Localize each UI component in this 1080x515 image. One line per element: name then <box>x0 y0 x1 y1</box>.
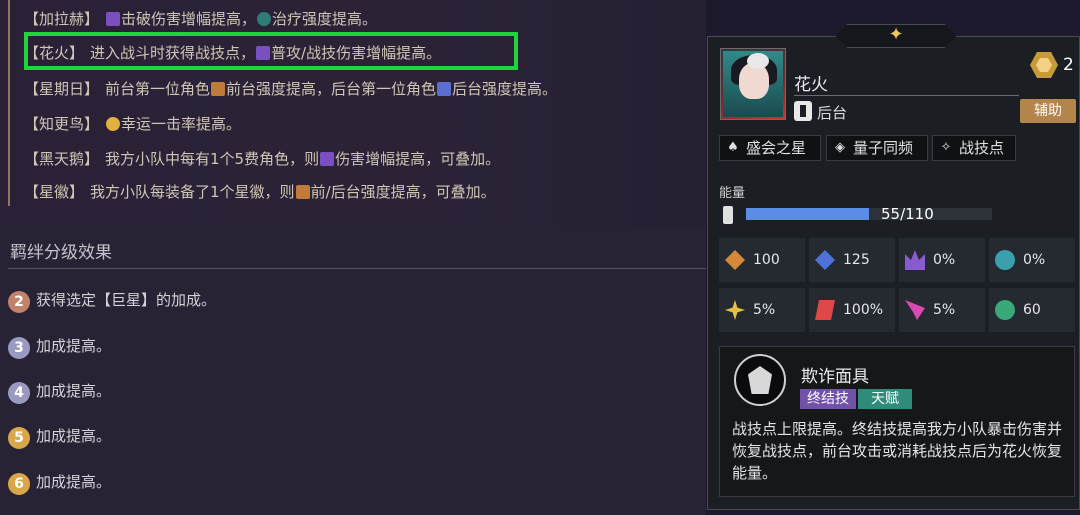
bond-row-gallagher: 【加拉赫】 击破伤害增幅提高， 治疗强度提高。 <box>24 9 377 29</box>
bond-text: 治疗强度提高。 <box>272 10 378 28</box>
stat-value: 60 <box>1023 302 1041 318</box>
stat-value: 0% <box>933 252 956 268</box>
trait-label: 量子同频 <box>853 139 914 157</box>
crit-damage-icon <box>815 300 835 320</box>
shield-icon <box>995 250 1015 270</box>
bond-text: 我方小队每装备了1个星徽，则 <box>90 183 295 201</box>
break-damage-icon <box>106 12 121 26</box>
front-strength-icon <box>725 250 745 270</box>
luck-icon <box>725 300 745 320</box>
healing-icon <box>995 300 1015 320</box>
tier-text: 加成提高。 <box>36 337 112 355</box>
festival-star-icon: ♠ <box>727 140 739 155</box>
highlight-box <box>24 32 518 70</box>
skill-name: 欺诈面具 <box>801 367 869 387</box>
energy-icon <box>723 206 733 224</box>
cost-value: 2 <box>1063 55 1074 75</box>
role-tag: 辅助 <box>1020 99 1076 123</box>
bond-text: 我方小队中每有1个5费角色，则 <box>105 150 320 168</box>
tier-text: 获得选定【巨星】的加成。 <box>36 291 217 309</box>
energy-bar-fill <box>746 208 869 220</box>
stat-cell: 100% <box>809 288 895 332</box>
trait-label: 战技点 <box>959 139 1005 157</box>
divider <box>794 95 1019 96</box>
trait-tag[interactable]: ♠ 盛会之星 <box>719 135 821 161</box>
tier-number-badge: 5 <box>8 427 30 449</box>
stat-cell: 0% <box>989 238 1075 282</box>
stat-value: 5% <box>933 302 956 318</box>
tier-item: 3 加成提高。 <box>8 335 111 359</box>
divider <box>8 268 706 269</box>
character-portrait <box>720 48 786 120</box>
bond-text: 伤害增幅提高，可叠加。 <box>335 150 501 168</box>
ultimate-tag: 终结技 <box>800 389 856 409</box>
bond-name: 【星徽】 <box>24 183 85 201</box>
bond-name: 【加拉赫】 <box>24 10 100 28</box>
tier-item: 2 获得选定【巨星】的加成。 <box>8 289 216 313</box>
position-label: 后台 <box>817 104 848 122</box>
front-strength-icon <box>211 82 226 96</box>
tier-section-title: 羁绊分级效果 <box>10 243 112 263</box>
stat-value: 100 <box>753 252 780 268</box>
luck-icon <box>106 117 121 131</box>
bond-text: 击破伤害增幅提高， <box>121 10 257 28</box>
tier-text: 加成提高。 <box>36 382 112 400</box>
bond-row-black-swan: 【黑天鹅】 我方小队中每有1个5费角色，则 伤害增幅提高，可叠加。 <box>24 149 500 169</box>
bond-text: 前台第一位角色 <box>105 80 211 98</box>
stat-cell: 60 <box>989 288 1075 332</box>
skill-description: 战技点上限提高。终结技提高我方小队暴击伤害并恢复战技点，前台攻击或消耗战技点后为… <box>732 420 1063 482</box>
bond-text: 前台强度提高，后台第一位角色 <box>226 80 437 98</box>
bond-text: 前/后台强度提高，可叠加。 <box>310 183 496 201</box>
talent-tag: 天赋 <box>858 389 912 409</box>
tier-item: 6 加成提高。 <box>8 471 111 495</box>
damage-boost-icon <box>905 250 925 270</box>
tier-text: 加成提高。 <box>36 473 112 491</box>
stat-cell: 0% <box>899 238 985 282</box>
energy-value: 55/110 <box>881 205 934 223</box>
trait-tag[interactable]: ◈ 量子同频 <box>826 135 928 161</box>
stat-cell: 5% <box>899 288 985 332</box>
tier-number-badge: 3 <box>8 337 30 359</box>
star-icon: ✦ <box>888 24 904 45</box>
stat-cell: 5% <box>719 288 805 332</box>
back-strength-icon <box>437 82 452 96</box>
tier-effects-section: 羁绊分级效果 2 获得选定【巨星】的加成。 3 加成提高。 4 加成提高。 5 加成提高… <box>0 226 706 515</box>
bond-row-emblem: 【星徽】 我方小队每装备了1个星徽，则 前/后台强度提高，可叠加。 <box>24 182 496 202</box>
bond-row-robin: 【知更鸟】 幸运一击率提高。 <box>24 114 241 134</box>
bond-divider-line <box>8 0 10 206</box>
break-damage-icon <box>905 300 925 320</box>
stat-value: 5% <box>753 302 776 318</box>
stats-grid: 100 125 0% 0% 5% 100% 5% 60 <box>719 238 1075 334</box>
trait-label: 盛会之星 <box>746 139 807 157</box>
tier-number-badge: 4 <box>8 382 30 404</box>
bond-name: 【知更鸟】 <box>24 115 100 133</box>
tier-item: 5 加成提高。 <box>8 425 111 449</box>
bond-name: 【星期日】 <box>24 80 100 98</box>
tier-text: 加成提高。 <box>36 427 112 445</box>
bond-name: 【黑天鹅】 <box>24 150 100 168</box>
stat-cell: 100 <box>719 238 805 282</box>
tier-number-badge: 6 <box>8 473 30 495</box>
trait-tag[interactable]: ✧ 战技点 <box>932 135 1016 161</box>
tier-number-badge: 2 <box>8 291 30 313</box>
healing-icon <box>257 12 272 26</box>
energy-label: 能量 <box>719 186 746 201</box>
back-strength-icon <box>815 250 835 270</box>
damage-boost-icon <box>320 152 335 166</box>
stat-value: 100% <box>843 302 884 318</box>
bond-row-sunday: 【星期日】 前台第一位角色 前台强度提高，后台第一位角色 后台强度提高。 <box>24 79 557 99</box>
front-back-strength-icon <box>295 185 310 199</box>
skill-point-icon: ✧ <box>940 140 952 155</box>
stat-cell: 125 <box>809 238 895 282</box>
bond-text: 后台强度提高。 <box>452 80 558 98</box>
back-row-icon <box>794 101 812 121</box>
tier-item: 4 加成提高。 <box>8 380 111 404</box>
character-name: 花火 <box>794 75 828 95</box>
quantum-icon: ◈ <box>835 140 845 155</box>
stat-value: 125 <box>843 252 870 268</box>
stat-value: 0% <box>1023 252 1046 268</box>
bond-effects-panel: 【加拉赫】 击破伤害增幅提高， 治疗强度提高。 【花火】 进入战斗时获得战技点， 普攻/… <box>0 0 706 226</box>
bond-text: 幸运一击率提高。 <box>121 115 242 133</box>
